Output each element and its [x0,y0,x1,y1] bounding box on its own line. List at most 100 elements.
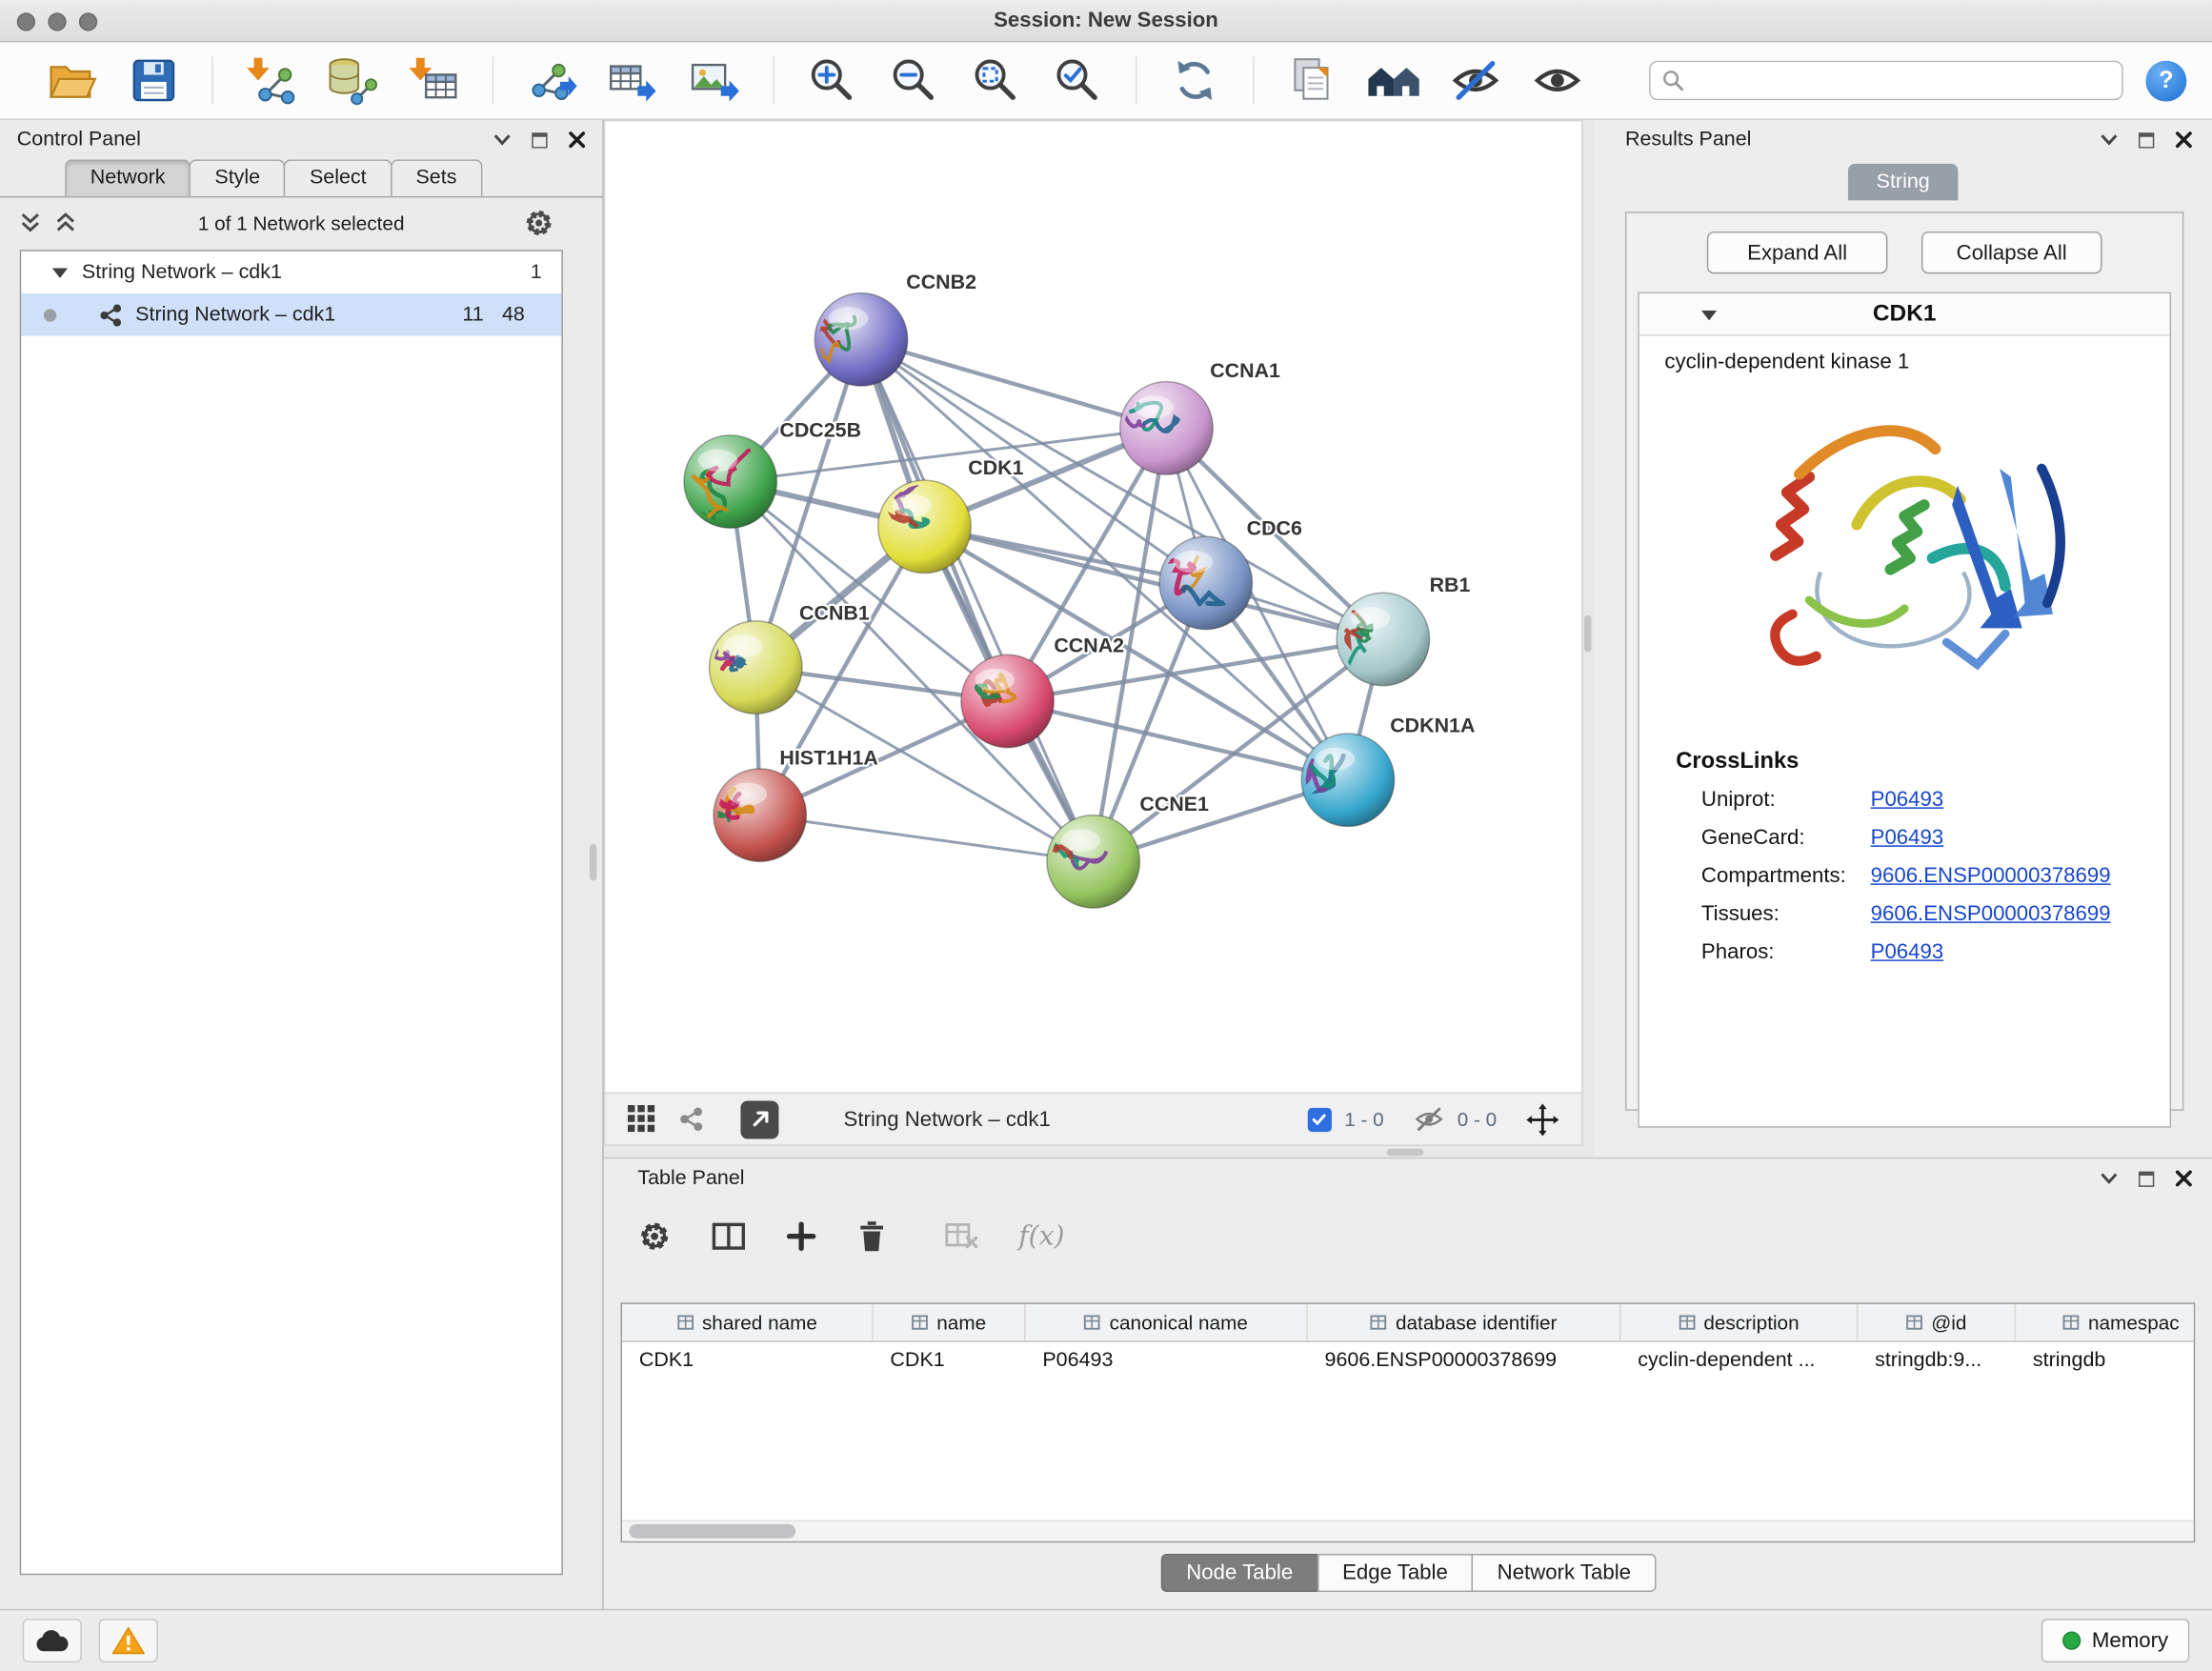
panel-float-button[interactable] [2139,132,2154,148]
export-image-button[interactable] [684,50,746,111]
network-collection-row[interactable]: String Network – cdk1 1 [21,252,561,293]
add-column-plus-icon[interactable] [786,1220,817,1252]
left-splitter-handle[interactable] [590,844,596,881]
memory-button[interactable]: Memory [2041,1619,2190,1662]
scrollbar-thumb[interactable] [629,1524,795,1539]
apply-preferred-layout-button[interactable] [1164,50,1226,111]
tab-network-table[interactable]: Network Table [1472,1554,1657,1592]
graph-node-CCNB2[interactable] [811,293,908,386]
table-cell[interactable]: cyclin-dependent ... [1621,1342,1859,1380]
graph-node-CCNA2[interactable] [961,654,1054,747]
crosslink-value[interactable]: P06493 [1871,788,1944,812]
panel-collapse-button[interactable] [2101,1173,2118,1184]
import-network-from-file-button[interactable] [240,50,302,111]
panel-float-button[interactable] [2139,1171,2154,1186]
delete-column-trash-icon[interactable] [856,1219,888,1254]
tab-edge-table[interactable]: Edge Table [1317,1554,1473,1592]
show-graphics-details-button[interactable] [1526,50,1588,111]
table-cell[interactable]: 9606.ENSP00000378699 [1308,1342,1621,1380]
graph-node-CCNB1[interactable] [705,621,802,714]
zoom-out-button[interactable] [883,50,945,111]
graph-node-CDK1[interactable] [878,479,971,574]
panel-collapse-button[interactable] [2101,134,2118,146]
section-caret-icon[interactable] [1701,311,1717,320]
import-table-icon [409,55,459,106]
expand-all-icon[interactable] [20,211,41,234]
graph-node-CDC25B[interactable] [684,435,776,528]
table-cell[interactable]: stringdb [2016,1342,2195,1380]
panel-float-button[interactable] [532,132,547,148]
tab-style[interactable]: Style [190,159,286,196]
search-box [1649,61,2123,100]
table-cell[interactable]: CDK1 [874,1342,1026,1380]
column-header--id[interactable]: @id [1858,1304,2016,1341]
expand-all-button[interactable]: Expand All [1707,232,1888,273]
network-canvas[interactable]: CCNB2CCNA1CDC25BCDK1CDC6RB1CCNB1CCNA2CDK… [604,120,1583,1094]
graph-node-CDC6[interactable] [1159,536,1252,629]
panel-close-button[interactable] [569,131,586,149]
zoom-fit-button[interactable] [965,50,1027,111]
pan-crosshair-icon[interactable] [1526,1103,1558,1136]
graph-node-CCNA1[interactable] [1114,382,1213,474]
graph-node-RB1[interactable] [1337,593,1429,685]
hide-graphics-details-button[interactable] [1444,50,1506,111]
search-input[interactable] [1693,68,2110,93]
show-columns-icon[interactable] [711,1220,746,1252]
warnings-button[interactable] [99,1619,158,1662]
hidden-items-eye-slash-icon[interactable] [1414,1106,1445,1132]
birdseye-grid-icon[interactable] [628,1105,656,1134]
graph-node-HIST1H1A[interactable] [708,769,806,861]
network-graph[interactable]: CCNB2CCNA1CDC25BCDK1CDC6RB1CCNB1CCNA2CDK… [605,121,1581,1092]
table-cell[interactable]: P06493 [1026,1342,1308,1380]
minimize-window-button[interactable] [48,12,66,30]
column-header-namespac[interactable]: namespac [2016,1304,2195,1341]
close-window-button[interactable] [17,12,35,30]
collapse-all-button[interactable]: Collapse All [1921,232,2102,273]
tab-select[interactable]: Select [284,159,392,196]
crosslink-value[interactable]: P06493 [1871,940,1944,964]
right-splitter-handle[interactable] [1584,615,1591,653]
table-settings-gear-icon[interactable] [637,1219,672,1254]
crosslink-value[interactable]: 9606.ENSP00000378699 [1871,864,2111,888]
export-table-to-file-button[interactable] [602,50,664,111]
table-row[interactable]: CDK1CDK1P064939606.ENSP00000378699cyclin… [622,1342,2195,1380]
crosslink-value[interactable]: P06493 [1871,826,1944,850]
zoom-window-button[interactable] [79,12,97,30]
share-network-icon[interactable] [678,1106,704,1132]
graph-node-CDKN1A[interactable] [1301,734,1394,826]
table-cell[interactable]: CDK1 [622,1342,874,1380]
export-network-to-file-button[interactable] [520,50,582,111]
network-row[interactable]: String Network – cdk1 11 48 [21,293,561,335]
help-button[interactable]: ? [2145,60,2186,101]
panel-collapse-button[interactable] [493,134,511,146]
tab-string[interactable]: String [1848,164,1959,201]
table-cell[interactable]: stringdb:9... [1858,1342,2016,1380]
open-session-button[interactable] [41,50,103,111]
graph-node-CCNE1[interactable] [1032,815,1139,908]
tab-node-table[interactable]: Node Table [1161,1554,1318,1592]
column-header-shared-name[interactable]: shared name [622,1304,874,1341]
tab-sets[interactable]: Sets [391,159,482,196]
column-header-canonical-name[interactable]: canonical name [1026,1304,1308,1341]
crosslink-value[interactable]: 9606.ENSP00000378699 [1871,902,2111,926]
column-header-description[interactable]: description [1621,1304,1859,1341]
column-header-database-identifier[interactable]: database identifier [1308,1304,1621,1341]
selected-items-checkbox[interactable] [1308,1107,1332,1131]
table-horizontal-scrollbar[interactable] [622,1520,2194,1540]
tree-caret-icon[interactable] [52,268,68,277]
import-network-from-database-button[interactable] [322,50,384,111]
column-header-name[interactable]: name [874,1304,1026,1341]
tab-network[interactable]: Network [65,159,191,196]
zoom-in-button[interactable] [801,50,863,111]
panel-close-button[interactable] [2176,1170,2193,1187]
panel-close-button[interactable] [2176,131,2193,149]
duplicate-document-button[interactable] [1281,50,1343,111]
houses-button[interactable] [1363,50,1425,111]
bottom-splitter-handle[interactable] [1387,1149,1424,1156]
import-table-from-file-button[interactable] [404,50,466,111]
zoom-selected-button[interactable] [1047,50,1109,111]
open-annotation-mode-button[interactable] [740,1100,778,1138]
selected-node-edge-count: 1 - 0 [1344,1108,1383,1131]
cloud-status-button[interactable] [23,1619,82,1662]
save-session-button[interactable] [123,50,185,111]
